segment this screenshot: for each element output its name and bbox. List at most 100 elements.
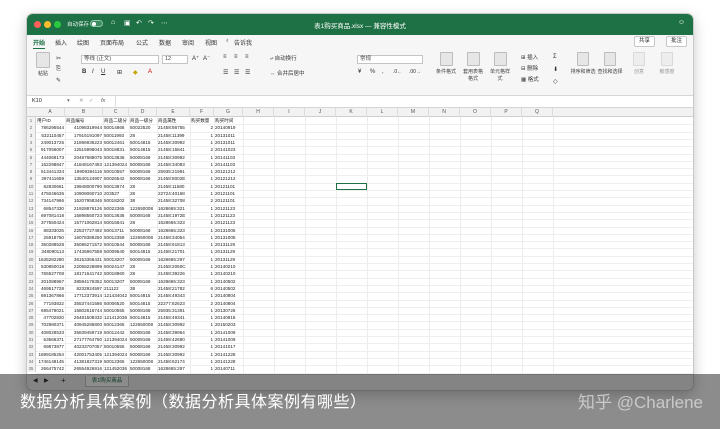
insert-cells-button[interactable]: ⊞ 插入 (521, 53, 538, 61)
table-cell[interactable]: 20140919 (214, 124, 243, 131)
table-cell[interactable]: 21458:30992 (157, 139, 190, 146)
column-header[interactable]: G (214, 108, 243, 117)
table-cell[interactable]: 1 (190, 161, 214, 168)
table-cell[interactable]: 18171641742 (65, 270, 103, 277)
table-cell[interactable]: 50010557 (103, 168, 129, 175)
table-cell[interactable]: 47702820 (36, 314, 65, 321)
table-cell[interactable]: 475046636 (36, 190, 65, 197)
table-cell[interactable]: 350288528 (36, 241, 65, 248)
percent-icon[interactable]: % (370, 69, 375, 75)
table-cell[interactable]: 50013874 (103, 183, 129, 190)
table-cell[interactable]: 15771062814 (65, 219, 103, 226)
table-cell[interactable]: 20121212 (214, 168, 243, 175)
table-cell[interactable]: 20487688075 (65, 154, 103, 161)
table-cell[interactable]: 21458:32708 (157, 197, 190, 204)
table-cell[interactable]: 20141017 (214, 343, 243, 350)
column-header[interactable]: Q (522, 108, 553, 117)
table-cell[interactable]: 21458:86755 (157, 124, 190, 131)
column-header[interactable]: N (429, 108, 460, 117)
column-header[interactable]: L (367, 108, 398, 117)
header-cell[interactable]: 购买时间 (214, 117, 243, 124)
table-cell[interactable]: 1628665:297 (157, 365, 190, 372)
table-cell[interactable]: 20141009 (214, 336, 243, 343)
tab-view[interactable]: 视图 (205, 38, 217, 47)
table-cell[interactable]: 1699185254 (36, 351, 65, 358)
table-cell[interactable]: 20131005 (214, 227, 243, 234)
header-cell[interactable]: 商品属性 (157, 117, 190, 124)
row-header[interactable]: 22 (27, 270, 36, 278)
column-header[interactable]: C (103, 108, 129, 117)
find-select-button[interactable]: 查找和选择 (597, 52, 623, 75)
cell-styles-button[interactable]: 单元格样式 (488, 52, 512, 82)
table-cell[interactable]: 532110457 (36, 132, 65, 139)
table-cell[interactable]: 1 (190, 365, 214, 372)
cancel-entry-icon[interactable]: ✕ (79, 97, 84, 106)
table-cell[interactable]: 20130726 (214, 307, 243, 314)
table-cell[interactable]: 20121123 (214, 219, 243, 226)
row-header[interactable]: 34 (27, 357, 36, 366)
column-header[interactable]: D (129, 108, 157, 117)
column-header[interactable]: F (190, 108, 214, 117)
row-header[interactable]: 6 (27, 153, 36, 161)
table-cell[interactable]: 50014815 (129, 292, 157, 299)
table-cell[interactable]: 20121123 (214, 212, 243, 219)
table-cell[interactable]: 1 (190, 212, 214, 219)
table-cell[interactable]: 50014815 (129, 139, 157, 146)
table-cell[interactable]: 17916191097 (65, 132, 103, 139)
table-cell[interactable]: 50013636 (103, 154, 129, 161)
table-cell[interactable]: 20121123 (214, 205, 243, 212)
table-cell[interactable]: 1628665:323 (157, 278, 190, 285)
table-cell[interactable]: 1 (190, 241, 214, 248)
table-cell[interactable]: 40945285800 (65, 321, 103, 328)
table-cell[interactable]: 1 (190, 336, 214, 343)
table-cell[interactable]: 122650008 (129, 321, 157, 328)
table-cell[interactable]: 21458:34054 (157, 234, 190, 241)
conditional-formatting-button[interactable]: 条件格式 (434, 52, 458, 75)
table-cell[interactable]: 444069173 (36, 154, 65, 161)
table-cell[interactable]: 20140804 (214, 292, 243, 299)
row-header[interactable]: 26 (27, 299, 36, 307)
column-header[interactable]: A (36, 108, 65, 117)
table-cell[interactable]: 1 (190, 183, 214, 190)
cut-icon[interactable]: ✂ (56, 55, 61, 62)
ideas-button[interactable]: 创意 (628, 52, 650, 75)
table-cell[interactable]: 28 (129, 219, 157, 226)
font-name-select[interactable]: 等线 (正文) (81, 55, 159, 64)
tab-draw[interactable]: 绘图 (77, 38, 89, 47)
table-cell[interactable]: 38 (129, 285, 157, 292)
table-cell[interactable]: 20140502 (214, 285, 243, 292)
table-cell[interactable]: 50015841 (103, 219, 129, 226)
table-cell[interactable]: 50008168 (129, 336, 157, 343)
table-cell[interactable]: 50012365 (103, 358, 129, 365)
align-middle-icon[interactable]: ≡ (234, 54, 238, 60)
table-cell[interactable]: 1 (190, 351, 214, 358)
table-cell[interactable]: 1628665:323 (157, 219, 190, 226)
table-cell[interactable]: 20131129 (214, 248, 243, 255)
table-cell[interactable]: 28 (129, 132, 157, 139)
table-cell[interactable]: 20131129 (214, 241, 243, 248)
table-cell[interactable]: 21458:11399 (157, 132, 190, 139)
table-cell[interactable]: 50014866 (103, 124, 129, 131)
table-cell[interactable]: 786295544 (36, 124, 65, 131)
table-cell[interactable]: 15898550723 (65, 212, 103, 219)
column-header[interactable]: J (305, 108, 336, 117)
table-cell[interactable]: 21458:15841 (157, 146, 190, 153)
header-cell[interactable]: 商品一级分 (129, 117, 157, 124)
table-cell[interactable]: 50008168 (129, 161, 157, 168)
table-cell[interactable]: 21458:39964 (157, 329, 190, 336)
comma-style-icon[interactable]: , (382, 69, 384, 75)
row-header[interactable]: 32 (27, 343, 36, 351)
table-cell[interactable]: 35537441586 (65, 300, 103, 307)
table-cell[interactable]: 21458:30992 (157, 321, 190, 328)
row-header[interactable]: 14 (27, 211, 36, 220)
formula-input[interactable] (115, 96, 685, 107)
table-cell[interactable]: 50012359 (103, 234, 129, 241)
table-cell[interactable]: 21928876126 (65, 205, 103, 212)
table-cell[interactable]: 38 (129, 197, 157, 204)
table-cell[interactable]: 1 (190, 256, 214, 263)
column-header[interactable]: P (491, 108, 522, 117)
bold-button[interactable]: B (82, 69, 86, 75)
table-cell[interactable]: 50010544 (103, 241, 129, 248)
table-cell[interactable]: 50013711 (103, 227, 129, 234)
sort-filter-button[interactable]: 排序和筛选 (570, 52, 596, 75)
